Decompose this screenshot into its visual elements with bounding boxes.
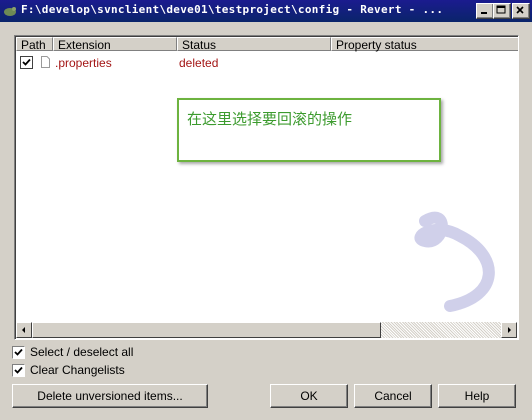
tortoise-icon xyxy=(4,7,16,16)
row-extension: .properties xyxy=(55,56,112,70)
arrow-right-icon xyxy=(508,327,511,333)
close-button[interactable] xyxy=(512,3,530,19)
title-bar[interactable]: F:\develop\svnclient\deve01\testproject\… xyxy=(0,0,532,22)
maximize-button[interactable] xyxy=(493,3,511,19)
select-all-box[interactable] xyxy=(12,346,25,359)
arrow-left-icon xyxy=(22,327,25,333)
column-header-extension[interactable]: Extension xyxy=(53,37,177,52)
maximize-icon xyxy=(496,5,506,14)
minimize-button[interactable] xyxy=(476,3,494,19)
list-header: Path Extension Status Property status xyxy=(16,37,518,53)
annotation-text: 在这里选择要回滚的操作 xyxy=(187,110,353,128)
cancel-button[interactable]: Cancel xyxy=(354,384,432,408)
select-all-label: Select / deselect all xyxy=(30,345,134,359)
file-icon xyxy=(41,56,50,68)
column-header-property-status[interactable]: Property status xyxy=(331,37,518,52)
help-button[interactable]: Help xyxy=(438,384,516,408)
window-title: F:\develop\svnclient\deve01\testproject\… xyxy=(21,3,444,16)
column-header-status[interactable]: Status xyxy=(177,37,331,52)
file-list[interactable]: Path Extension Status Property status .p… xyxy=(14,35,519,340)
revert-arrow-watermark-icon xyxy=(414,211,495,312)
horizontal-scrollbar[interactable] xyxy=(16,322,517,338)
checkmark-icon xyxy=(22,58,31,66)
row-status: deleted xyxy=(179,56,219,70)
annotation-callout: 在这里选择要回滚的操作 xyxy=(177,98,441,162)
delete-unversioned-button[interactable]: Delete unversioned items... xyxy=(12,384,208,408)
scroll-left-button[interactable] xyxy=(16,322,32,338)
table-row[interactable]: .properties deleted xyxy=(16,54,516,70)
clear-changelists-box[interactable] xyxy=(12,364,25,377)
column-header-path[interactable]: Path xyxy=(16,37,53,52)
scroll-right-button[interactable] xyxy=(501,322,517,338)
checkmark-icon xyxy=(14,366,23,374)
clear-changelists-label: Clear Changelists xyxy=(30,363,125,377)
scrollbar-thumb[interactable] xyxy=(32,322,381,338)
close-icon xyxy=(516,6,524,14)
ok-button[interactable]: OK xyxy=(270,384,348,408)
checkmark-icon xyxy=(14,348,23,356)
row-checkbox[interactable] xyxy=(20,56,33,69)
minimize-icon xyxy=(481,12,487,14)
